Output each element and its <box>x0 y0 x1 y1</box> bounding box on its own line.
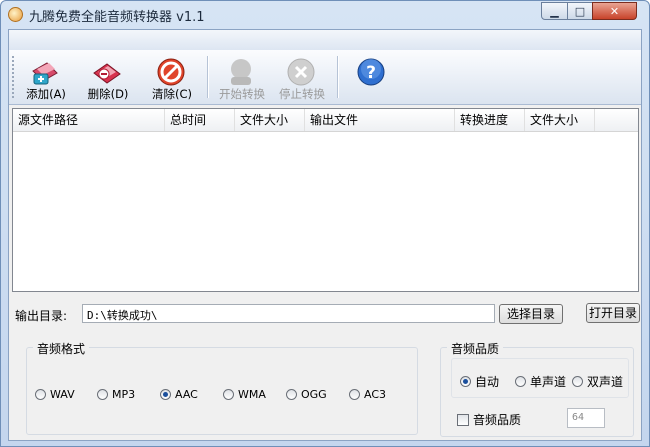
channel-option-auto[interactable]: 自动 <box>460 373 499 390</box>
window-title: 九腾免费全能音频转换器 v1.1 <box>29 10 205 25</box>
menu-strip <box>9 30 641 51</box>
channel-label: 单声道 <box>530 375 567 389</box>
format-label: AC3 <box>364 388 387 401</box>
audio-format-title: 音频格式 <box>33 340 90 357</box>
output-directory-row: 输出目录: D:\转换成功\ 选择目录 打开目录 <box>9 302 641 328</box>
app-icon <box>8 7 23 22</box>
svg-text:?: ? <box>366 63 376 83</box>
channel-label: 双声道 <box>587 375 624 389</box>
channel-option-mono[interactable]: 单声道 <box>515 373 566 390</box>
add-audio-icon <box>32 62 58 85</box>
clear-label: 清除(C) <box>151 87 192 101</box>
stop-convert-label: 停止转换 <box>279 87 325 101</box>
file-list[interactable]: 源文件路径 总时间 文件大小 输出文件 转换进度 文件大小 <box>12 108 639 292</box>
delete-label: 删除(D) <box>87 87 129 101</box>
format-option-wma[interactable]: WMA <box>223 388 266 401</box>
audio-format-group: 音频格式 WAV MP3 AAC WMA OGG AC3 <box>26 340 418 435</box>
quality-checkbox[interactable]: 音频品质 <box>457 411 521 428</box>
stop-convert-button[interactable]: 停止转换 <box>273 53 331 103</box>
column-header[interactable]: 文件大小 <box>525 109 595 131</box>
radio-button[interactable] <box>97 389 108 400</box>
clear-icon <box>157 58 185 86</box>
toolbar-separator <box>207 56 208 98</box>
radio-button[interactable] <box>515 376 526 387</box>
start-convert-button[interactable]: 开始转换 <box>213 53 271 103</box>
open-directory-button[interactable]: 打开目录 <box>586 303 640 323</box>
channel-option-stereo[interactable]: 双声道 <box>572 373 623 390</box>
radio-button[interactable] <box>223 389 234 400</box>
format-label: MP3 <box>112 388 136 401</box>
help-icon: ? <box>357 58 385 86</box>
format-option-aac[interactable]: AAC <box>160 388 198 401</box>
channel-label: 自动 <box>475 375 500 389</box>
column-header[interactable]: 文件大小 <box>235 109 305 131</box>
checkbox[interactable] <box>457 413 469 426</box>
add-button[interactable]: 添加(A) <box>17 53 75 103</box>
format-option-ogg[interactable]: OGG <box>286 388 327 401</box>
format-label: WMA <box>238 388 266 401</box>
stop-convert-icon <box>287 58 315 86</box>
column-header[interactable]: 输出文件 <box>305 109 455 131</box>
audio-quality-title: 音频品质 <box>447 340 504 357</box>
choose-directory-button[interactable]: 选择目录 <box>499 304 563 324</box>
quality-checkbox-label: 音频品质 <box>473 413 522 427</box>
file-list-header: 源文件路径 总时间 文件大小 输出文件 转换进度 文件大小 <box>13 109 638 132</box>
format-label: OGG <box>301 388 327 401</box>
format-option-wav[interactable]: WAV <box>35 388 75 401</box>
quality-value-input[interactable]: 64 <box>567 408 605 428</box>
audio-quality-group: 音频品质 自动 单声道 双声道 音频品质 64 <box>440 340 634 437</box>
format-option-ac3[interactable]: AC3 <box>349 388 386 401</box>
toolbar: 添加(A) 删除(D) 清除(C) 开始转换 停止转换 ? <box>9 50 641 105</box>
format-option-mp3[interactable]: MP3 <box>97 388 135 401</box>
column-header[interactable]: 转换进度 <box>455 109 525 131</box>
start-convert-label: 开始转换 <box>219 87 265 101</box>
add-label: 添加(A) <box>26 87 66 101</box>
toolbar-separator <box>337 56 338 98</box>
radio-button[interactable] <box>286 389 297 400</box>
output-directory-label: 输出目录: <box>15 309 68 323</box>
radio-button[interactable] <box>460 376 471 387</box>
title-bar[interactable]: 九腾免费全能音频转换器 v1.1 ▁ □ ✕ <box>1 1 649 29</box>
radio-button[interactable] <box>35 389 46 400</box>
minimize-button[interactable]: ▁ <box>541 2 568 20</box>
app-window: 九腾免费全能音频转换器 v1.1 ▁ □ ✕ 添加(A) 删除(D) 清除(C)… <box>0 0 650 447</box>
clear-button[interactable]: 清除(C) <box>143 53 201 103</box>
help-button[interactable]: ? <box>343 53 401 103</box>
client-area: 添加(A) 删除(D) 清除(C) 开始转换 停止转换 ? 源文件路径 总时间 … <box>8 29 642 441</box>
radio-button[interactable] <box>349 389 360 400</box>
format-label: WAV <box>50 388 75 401</box>
format-label: AAC <box>175 388 198 401</box>
radio-button[interactable] <box>572 376 583 387</box>
maximize-button[interactable]: □ <box>567 2 593 20</box>
start-convert-icon <box>231 59 251 85</box>
radio-button[interactable] <box>160 389 171 400</box>
delete-button[interactable]: 删除(D) <box>79 53 137 103</box>
column-header[interactable]: 源文件路径 <box>13 109 165 131</box>
delete-audio-icon <box>93 63 121 84</box>
column-header[interactable]: 总时间 <box>165 109 235 131</box>
close-button[interactable]: ✕ <box>592 2 637 20</box>
output-directory-field[interactable]: D:\转换成功\ <box>82 304 495 323</box>
